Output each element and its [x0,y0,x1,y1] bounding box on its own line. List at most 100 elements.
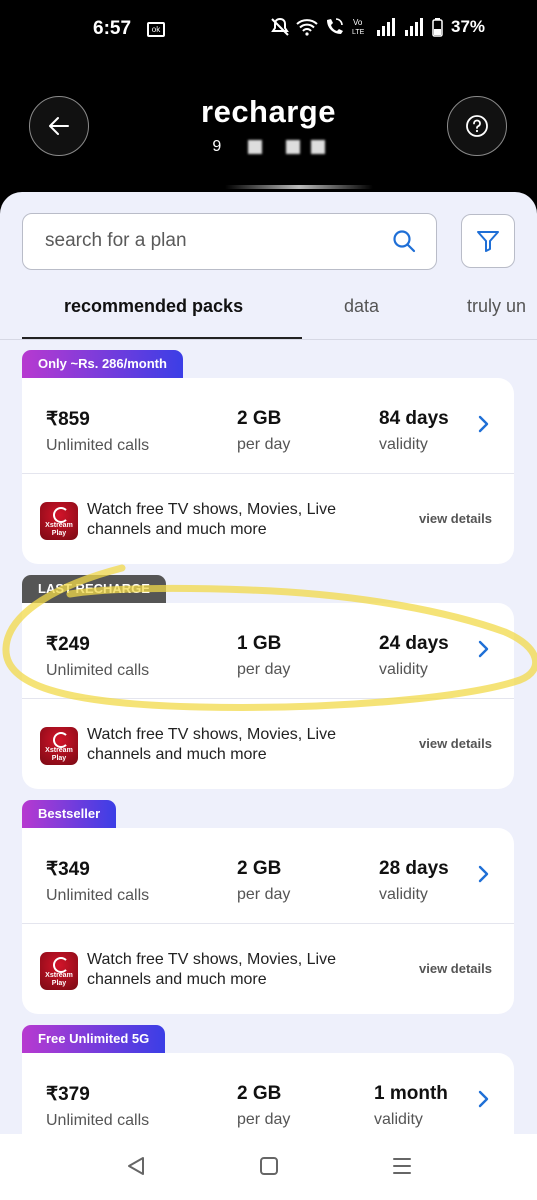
validity-value: 28 days [379,858,449,879]
plans-sheet: recommended packs data truly un Only ~Rs… [0,192,537,1134]
plan-summary[interactable]: ₹249 Unlimited calls 1 GB per day 24 day… [22,603,514,699]
mute-icon [271,17,289,36]
plan-price: ₹349 Unlimited calls [46,858,149,905]
xstream-play-logo: Xstream Play [40,502,78,540]
plan-card-body[interactable]: ₹379 Unlimited calls 2 GB per day 1 mont… [22,1053,514,1134]
wifi-icon [296,19,318,36]
plan-validity: 24 days validity [379,633,449,679]
search-input[interactable] [45,230,365,252]
plan-data: 1 GB per day [237,633,290,679]
plan-data: 2 GB per day [237,1083,290,1129]
plan-data: 2 GB per day [237,408,290,454]
validity-label: validity [379,886,428,903]
recents-nav-icon[interactable] [392,1156,412,1176]
plan-data: 2 GB per day [237,858,290,904]
plan-summary[interactable]: ₹859 Unlimited calls 2 GB per day 84 day… [22,378,514,474]
view-details-link[interactable]: view details [419,961,492,976]
status-time: 6:57 [93,18,132,39]
plan-tag: Only ~Rs. 286/month [22,350,183,378]
validity-label: validity [379,661,428,678]
filter-icon [477,231,499,252]
price-label: Unlimited calls [46,887,150,904]
view-details-link[interactable]: view details [419,511,492,526]
svg-text:LTE: LTE [352,29,365,36]
xstream-play-logo: Xstream Play [40,727,78,765]
plan-card-body[interactable]: ₹249 Unlimited calls 1 GB per day 24 day… [22,603,514,789]
plan-card-body[interactable]: ₹349 Unlimited calls 2 GB per day 28 day… [22,828,514,1014]
price-value: ₹349 [46,859,90,880]
data-label: per day [237,886,291,903]
data-value: 2 GB [237,1083,282,1104]
system-nav-bar [0,1134,537,1200]
data-label: per day [237,661,291,678]
home-nav-icon[interactable] [259,1156,279,1176]
help-button[interactable] [447,96,507,156]
signal-icon [377,18,395,36]
plan-price: ₹379 Unlimited calls [46,1083,149,1130]
chevron-right-icon[interactable] [477,1089,491,1109]
view-details-link[interactable]: view details [419,736,492,751]
price-value: ₹249 [46,634,90,655]
phone-number-text: 9 [212,138,222,155]
benefit-text: Watch free TV shows, Movies, Live channe… [87,951,336,988]
price-label: Unlimited calls [46,1112,150,1129]
data-value: 2 GB [237,408,282,429]
status-icons: Vo LTE 37% [270,17,485,37]
chevron-right-icon[interactable] [477,864,491,884]
plan-price: ₹859 Unlimited calls [46,408,149,455]
plan-card-body[interactable]: ₹859 Unlimited calls 2 GB per day 84 day… [22,378,514,564]
validity-value: 1 month [374,1083,448,1104]
header: recharge 9 [0,62,537,192]
header-divider [225,185,373,189]
chevron-right-icon[interactable] [477,414,491,434]
data-label: per day [237,436,291,453]
tab-data[interactable]: data [344,296,379,317]
validity-label: validity [379,436,428,453]
plan-benefits[interactable]: Xstream Play Watch free TV shows, Movies… [22,924,514,1014]
help-icon [466,115,488,137]
status-bar: 6:57 ok Vo LTE 37% [0,0,537,62]
chevron-right-icon[interactable] [477,639,491,659]
filter-button[interactable] [461,214,515,268]
signal-icon [405,18,423,36]
benefit-text: Watch free TV shows, Movies, Live channe… [87,726,336,763]
validity-label: validity [374,1111,423,1128]
plan-validity: 84 days validity [379,408,449,454]
redacted-block [310,139,325,154]
plan-tag: LAST RECHARGE [22,575,166,603]
battery-percentage: 37% [451,17,486,36]
benefit-text: Watch free TV shows, Movies, Live channe… [87,501,336,538]
plan-summary[interactable]: ₹349 Unlimited calls 2 GB per day 28 day… [22,828,514,924]
tab-truly-unlimited[interactable]: truly un [467,296,526,317]
plan-benefits[interactable]: Xstream Play Watch free TV shows, Movies… [22,699,514,789]
active-tab-indicator [22,337,302,339]
volte-icon: Vo LTE [352,18,365,36]
data-value: 2 GB [237,858,282,879]
redacted-block [286,139,301,154]
data-value: 1 GB [237,633,282,654]
battery-icon [432,17,443,37]
xstream-play-logo: Xstream Play [40,952,78,990]
plan-validity: 28 days validity [379,858,449,904]
price-label: Unlimited calls [46,662,150,679]
validity-value: 24 days [379,633,449,654]
plan-tag: Bestseller [22,800,117,828]
plan-validity: 1 month validity [374,1083,448,1129]
plan-tag: Free Unlimited 5G [22,1025,166,1053]
plan-tabs: recommended packs data truly un [0,288,537,340]
back-nav-icon[interactable] [126,1156,146,1176]
plan-price: ₹249 Unlimited calls [46,633,149,680]
search-box[interactable] [22,213,437,270]
price-value: ₹859 [46,409,90,430]
redacted-block [247,139,262,154]
validity-value: 84 days [379,408,449,429]
tab-recommended-packs[interactable]: recommended packs [64,296,243,317]
plan-summary[interactable]: ₹379 Unlimited calls 2 GB per day 1 mont… [22,1053,514,1134]
notification-icon: ok [147,22,165,37]
data-label: per day [237,1111,291,1128]
price-value: ₹379 [46,1084,90,1105]
svg-text:Vo: Vo [353,18,363,27]
plan-benefits[interactable]: Xstream Play Watch free TV shows, Movies… [22,474,514,564]
search-icon[interactable] [392,229,416,253]
price-label: Unlimited calls [46,437,150,454]
